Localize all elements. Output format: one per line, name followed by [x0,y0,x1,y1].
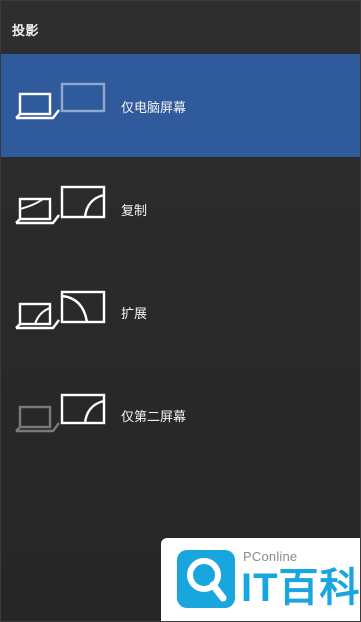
option-duplicate[interactable]: 复制 [1,157,360,260]
watermark-site: PConline [243,549,298,564]
project-panel: 投影 仅电脑屏幕 复制 扩展 仅第二屏幕 PConline IT百科 [0,0,361,622]
option-label: 扩展 [121,307,148,322]
option-extend[interactable]: 扩展 [1,260,360,363]
pc-screen-only-icon [15,82,106,120]
magnifier-logo-icon [177,550,235,608]
option-label: 复制 [121,204,148,219]
option-second-screen-only[interactable]: 仅第二屏幕 [1,363,360,466]
duplicate-icon [15,185,106,225]
extend-icon [15,290,106,330]
watermark: PConline IT百科 [161,538,361,621]
panel-title: 投影 [12,24,40,39]
option-pc-screen-only[interactable]: 仅电脑屏幕 [1,54,360,157]
option-label: 仅电脑屏幕 [121,101,187,116]
watermark-brand: IT百科 [241,566,361,610]
option-label: 仅第二屏幕 [121,410,187,425]
second-screen-only-icon [15,393,106,433]
